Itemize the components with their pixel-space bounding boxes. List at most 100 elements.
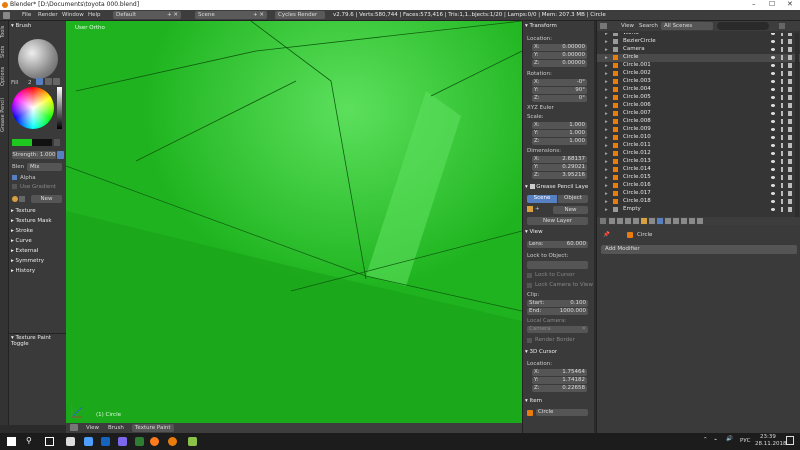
menu-window[interactable]: Window [62,12,84,18]
render-icon[interactable] [788,39,792,44]
search-icon[interactable]: ⚲ [26,436,32,445]
dimensions-z-field[interactable]: Z: 3.95216 [532,172,587,179]
app-icon[interactable] [135,437,144,446]
render-icon[interactable] [788,119,792,124]
object-tab[interactable]: Object [558,195,588,203]
editor-type-icon[interactable] [3,12,10,19]
selectable-icon[interactable] [781,207,783,212]
visibility-icon[interactable] [771,168,775,171]
render-icon[interactable] [788,135,792,140]
selectable-icon[interactable] [781,143,783,148]
windows-start-icon[interactable] [7,437,16,446]
3d-viewport[interactable]: User Ortho (1) Circle [66,21,522,423]
render-icon[interactable] [788,151,792,156]
outliner-item[interactable]: ▸ Circle.014 [597,166,800,174]
visibility-icon[interactable] [771,176,775,179]
selectable-icon[interactable] [781,151,783,156]
lens-field[interactable]: Lens: 60.000 [527,241,588,248]
scene-tab[interactable]: Scene [527,195,557,203]
layout-selector[interactable]: Default + ✕ [113,11,181,19]
outliner-item[interactable]: ▸ BezierCircle [597,38,800,46]
expand-icon[interactable]: ▸ [605,183,610,189]
clock-time[interactable]: 23:39 [760,434,776,440]
task-view-icon[interactable] [45,437,54,446]
texture-icon[interactable] [681,218,687,224]
expand-icon[interactable]: ▸ [605,103,610,109]
editor-type-icon[interactable] [70,424,78,431]
notifications-icon[interactable] [786,436,794,445]
expand-icon[interactable]: ▸ [605,191,610,197]
viber-icon[interactable] [118,437,127,446]
network-icon[interactable]: ⌁ [714,437,717,443]
scale-z-field[interactable]: Z: 1.000 [532,138,587,145]
selectable-icon[interactable] [781,95,783,100]
visibility-icon[interactable] [771,152,775,155]
visibility-icon[interactable] [771,128,775,131]
local-camera-field[interactable]: Camera ✕ [527,326,588,333]
pencil-icon[interactable] [527,206,533,212]
visibility-icon[interactable] [771,96,775,99]
expand-icon[interactable]: ▸ [605,47,610,53]
symmetry-panel[interactable]: ▸ Symmetry [11,258,44,264]
outliner-item[interactable]: ▸ Circle.015 [597,174,800,182]
expand-icon[interactable]: ▸ [605,95,610,101]
outliner-item[interactable]: ▸ Circle.013 [597,158,800,166]
rotation-z-field[interactable]: Z: 0° [532,95,587,102]
grease-pencil-panel-header[interactable]: ▾ Grease Pencil Laye [525,184,588,190]
outliner-item[interactable]: ▸ Circle.011 [597,142,800,150]
texture-dropdown-icon[interactable] [19,196,25,202]
selectable-icon[interactable] [781,79,783,84]
add-modifier-dropdown[interactable]: Add Modifier [601,245,797,254]
rotation-x-field[interactable]: X: -0° [532,79,587,86]
render-icon[interactable] [788,127,792,132]
menu-brush[interactable]: Brush [108,425,124,431]
menu-file[interactable]: File [22,12,31,18]
render-icon[interactable] [788,175,792,180]
world-icon[interactable] [633,218,639,224]
visibility-icon[interactable] [771,160,775,163]
tab-grease-pencil[interactable]: Grease Pencil [0,93,9,137]
render-icon[interactable] [788,71,792,76]
outliner-item[interactable]: ▸ Empty [597,206,800,214]
location-y-field[interactable]: Y: 0.00000 [532,52,587,59]
display-mode-dropdown[interactable]: All Scenes [661,22,713,30]
modifiers-icon[interactable] [657,218,663,224]
mode-selector[interactable]: Texture Paint [132,424,174,432]
expand-icon[interactable]: ▸ [605,119,610,125]
render-icon[interactable] [788,103,792,108]
expand-icon[interactable]: ▸ [605,159,610,165]
brush-preview-sphere[interactable] [18,39,58,79]
outliner-item[interactable]: ▸ Circle.010 [597,134,800,142]
mail-icon[interactable] [84,437,93,446]
outliner-item[interactable]: ▸ Circle.005 [597,94,800,102]
visibility-icon[interactable] [771,80,775,83]
expand-icon[interactable]: ▸ [605,71,610,77]
outliner-item[interactable]: ▸ Circle.017 [597,190,800,198]
visibility-icon[interactable] [771,200,775,203]
expand-icon[interactable]: ▸ [605,207,610,213]
selectable-icon[interactable] [781,71,783,76]
particles-icon[interactable] [689,218,695,224]
search-input[interactable] [717,22,769,30]
new-layer-button[interactable]: New Layer [527,217,588,225]
language-indicator[interactable]: РУС [740,438,751,444]
render-icon[interactable] [788,79,792,84]
visibility-icon[interactable] [771,208,775,211]
add-icon[interactable]: + [535,206,541,212]
location-x-field[interactable]: X: 0.00000 [532,44,587,51]
render-icon[interactable] [788,183,792,188]
texture-mask-panel[interactable]: ▸ Texture Mask [11,218,52,224]
transform-panel-header[interactable]: ▾ Transform [525,23,557,29]
texture-icon[interactable] [12,196,18,202]
menu-render[interactable]: Render [38,12,58,18]
lock-cursor-checkbox[interactable] [527,273,532,278]
render-icon[interactable] [609,218,615,224]
explorer-icon[interactable] [66,437,75,446]
texture-panel[interactable]: ▸ Texture [11,208,36,214]
selectable-icon[interactable] [781,119,783,124]
filter-icon[interactable] [779,23,785,29]
editor-type-icon[interactable] [600,23,607,29]
material-icon[interactable] [673,218,679,224]
outliner-item[interactable]: ▸ Circle.018 [597,198,800,206]
outliner-item[interactable]: ▸ Circle.008 [597,118,800,126]
